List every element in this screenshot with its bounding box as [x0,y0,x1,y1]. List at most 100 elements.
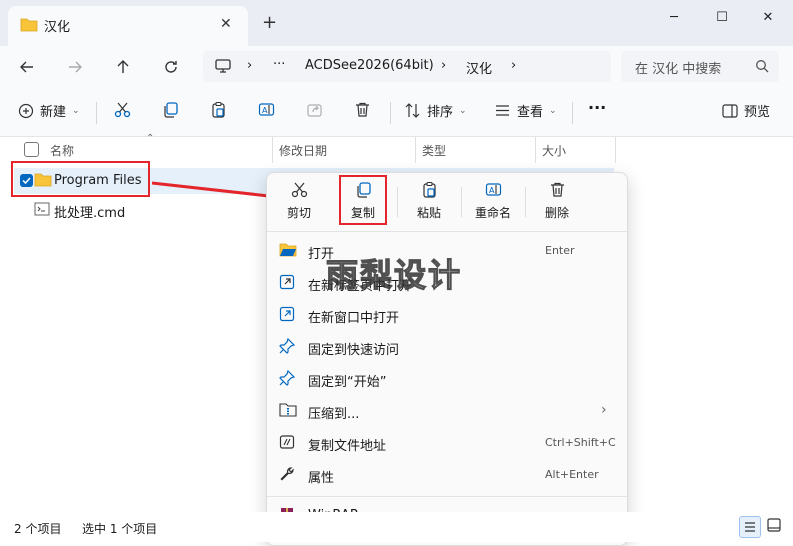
search-placeholder: 在 汉化 中搜索 [635,62,722,77]
minimize-button[interactable]: ─ [651,4,697,30]
menu-item-open-new-window[interactable]: 在新窗口中打开 [267,299,627,331]
menu-item-label: 属性 [308,471,335,486]
sort-label: 排序 [427,105,454,120]
share-button[interactable] [306,101,323,118]
column-size[interactable]: 大小 [542,142,566,159]
context-paste-label: 粘贴 [416,206,441,220]
column-name[interactable]: 名称 [50,142,74,159]
new-label: 新建 [40,105,67,120]
trash-icon [550,182,564,197]
menu-item-shortcut: Enter [545,244,575,257]
paste-button[interactable] [210,101,227,118]
context-delete-button[interactable]: 删除 [525,181,589,221]
paste-icon [422,181,436,198]
breadcrumb-more-button[interactable]: ··· [273,57,285,72]
rename-icon: A [485,183,501,196]
context-cut-label: 剪切 [286,206,311,220]
view-icon [496,105,509,116]
folder-icon [20,17,38,32]
context-menu: 剪切 复制 粘贴 A 重命名 删除 打开 Enter 在新标签页中打开 在新窗口… [266,172,628,546]
up-button[interactable] [112,56,134,78]
context-rename-button[interactable]: A 重命名 [461,181,525,221]
copy-button[interactable] [162,101,179,118]
delete-button[interactable] [354,101,371,118]
column-divider[interactable] [615,137,616,163]
address-bar[interactable]: › ··· ACDSee2026(64bit) › 汉化 › [203,51,611,82]
copy-icon [164,102,178,118]
menu-item-label: 固定到快速访问 [308,343,400,358]
breadcrumb-item[interactable]: 汉化 [466,58,492,77]
toolbar-divider [390,102,391,124]
breadcrumb-chevron-icon: › [441,58,447,73]
folder-open-icon [279,242,297,258]
address-row: › ··· ACDSee2026(64bit) › 汉化 › 在 汉化 中搜索 [0,46,793,88]
menu-item-label: 固定到“开始” [308,375,387,390]
copy-path-icon [279,434,295,450]
status-bar: 2 个项目 选中 1 个项目 [0,512,793,542]
rename-button[interactable]: A [258,101,275,118]
context-cut-button[interactable]: 剪切 [267,181,331,221]
annotation-highlight-box [11,161,150,197]
details-view-button[interactable] [739,516,761,538]
sort-button[interactable]: 排序 ⌄ [404,101,467,120]
cmd-file-icon [34,202,50,216]
close-button[interactable]: ✕ [745,4,791,30]
view-button[interactable]: 查看 ⌄ [494,101,557,120]
select-all-checkbox[interactable] [24,142,39,157]
maximize-button[interactable]: ☐ [699,4,745,30]
tab-close-button[interactable]: ✕ [220,16,232,32]
breadcrumb-chevron-icon: › [247,58,253,73]
rename-icon: A [258,103,275,116]
refresh-button[interactable] [160,56,182,78]
forward-button[interactable] [64,56,86,78]
new-button[interactable]: 新建 ⌄ [18,101,80,120]
pin-icon [279,338,295,354]
new-tab-button[interactable]: + [262,12,277,33]
column-type[interactable]: 类型 [422,142,446,159]
breadcrumb-item[interactable]: ACDSee2026(64bit) [305,58,434,73]
search-icon [755,59,769,73]
wrench-icon [279,466,295,482]
monitor-icon [215,59,231,73]
arrow-right-icon [69,61,82,73]
scissors-icon [114,102,131,118]
tab-hanhua[interactable]: 汉化 ✕ [8,6,248,46]
menu-item-properties[interactable]: 属性 Alt+Enter [267,459,627,491]
menu-item-pin-start[interactable]: 固定到“开始” [267,363,627,395]
column-divider[interactable] [415,137,416,163]
item-count: 2 个项目 [14,522,62,536]
view-label: 查看 [517,105,544,120]
cut-button[interactable] [114,101,131,118]
paste-icon [212,101,225,118]
context-delete-label: 删除 [544,206,569,220]
chevron-down-icon: ⌄ [72,105,80,116]
selected-count: 选中 1 个项目 [82,522,158,536]
scissors-icon [291,182,307,198]
column-divider[interactable] [272,137,273,163]
arrow-left-icon [20,61,33,73]
column-divider[interactable] [535,137,536,163]
search-box[interactable]: 在 汉化 中搜索 [621,51,779,82]
column-modified-date[interactable]: 修改日期 [279,142,327,159]
annotation-highlight-box [339,175,387,225]
command-bar: 新建 ⌄ A 排序 ⌄ 查看 ⌄ ··· 预览 [0,88,793,137]
chevron-down-icon: ⌄ [459,105,467,116]
column-header-row: ⌃ 名称 修改日期 类型 大小 [0,133,625,163]
preview-button[interactable]: 预览 [722,101,770,120]
zip-icon [279,402,297,418]
menu-item-compress[interactable]: 压缩到... › [267,395,627,427]
back-button[interactable] [16,56,38,78]
preview-label: 预览 [744,105,771,120]
menu-item-copy-path[interactable]: 复制文件地址 Ctrl+Shift+C [267,427,627,459]
tiles-view-button[interactable] [766,517,782,533]
new-tab-icon [279,274,295,290]
details-view-icon [745,522,755,532]
arrow-up-icon [117,60,129,73]
share-icon [307,104,322,117]
tab-label: 汉化 [44,20,71,35]
preview-pane-icon [722,103,738,118]
refresh-icon [165,61,177,73]
menu-item-pin-quick-access[interactable]: 固定到快速访问 [267,331,627,363]
context-paste-button[interactable]: 粘贴 [397,181,461,221]
more-options-button[interactable]: ··· [588,98,606,117]
